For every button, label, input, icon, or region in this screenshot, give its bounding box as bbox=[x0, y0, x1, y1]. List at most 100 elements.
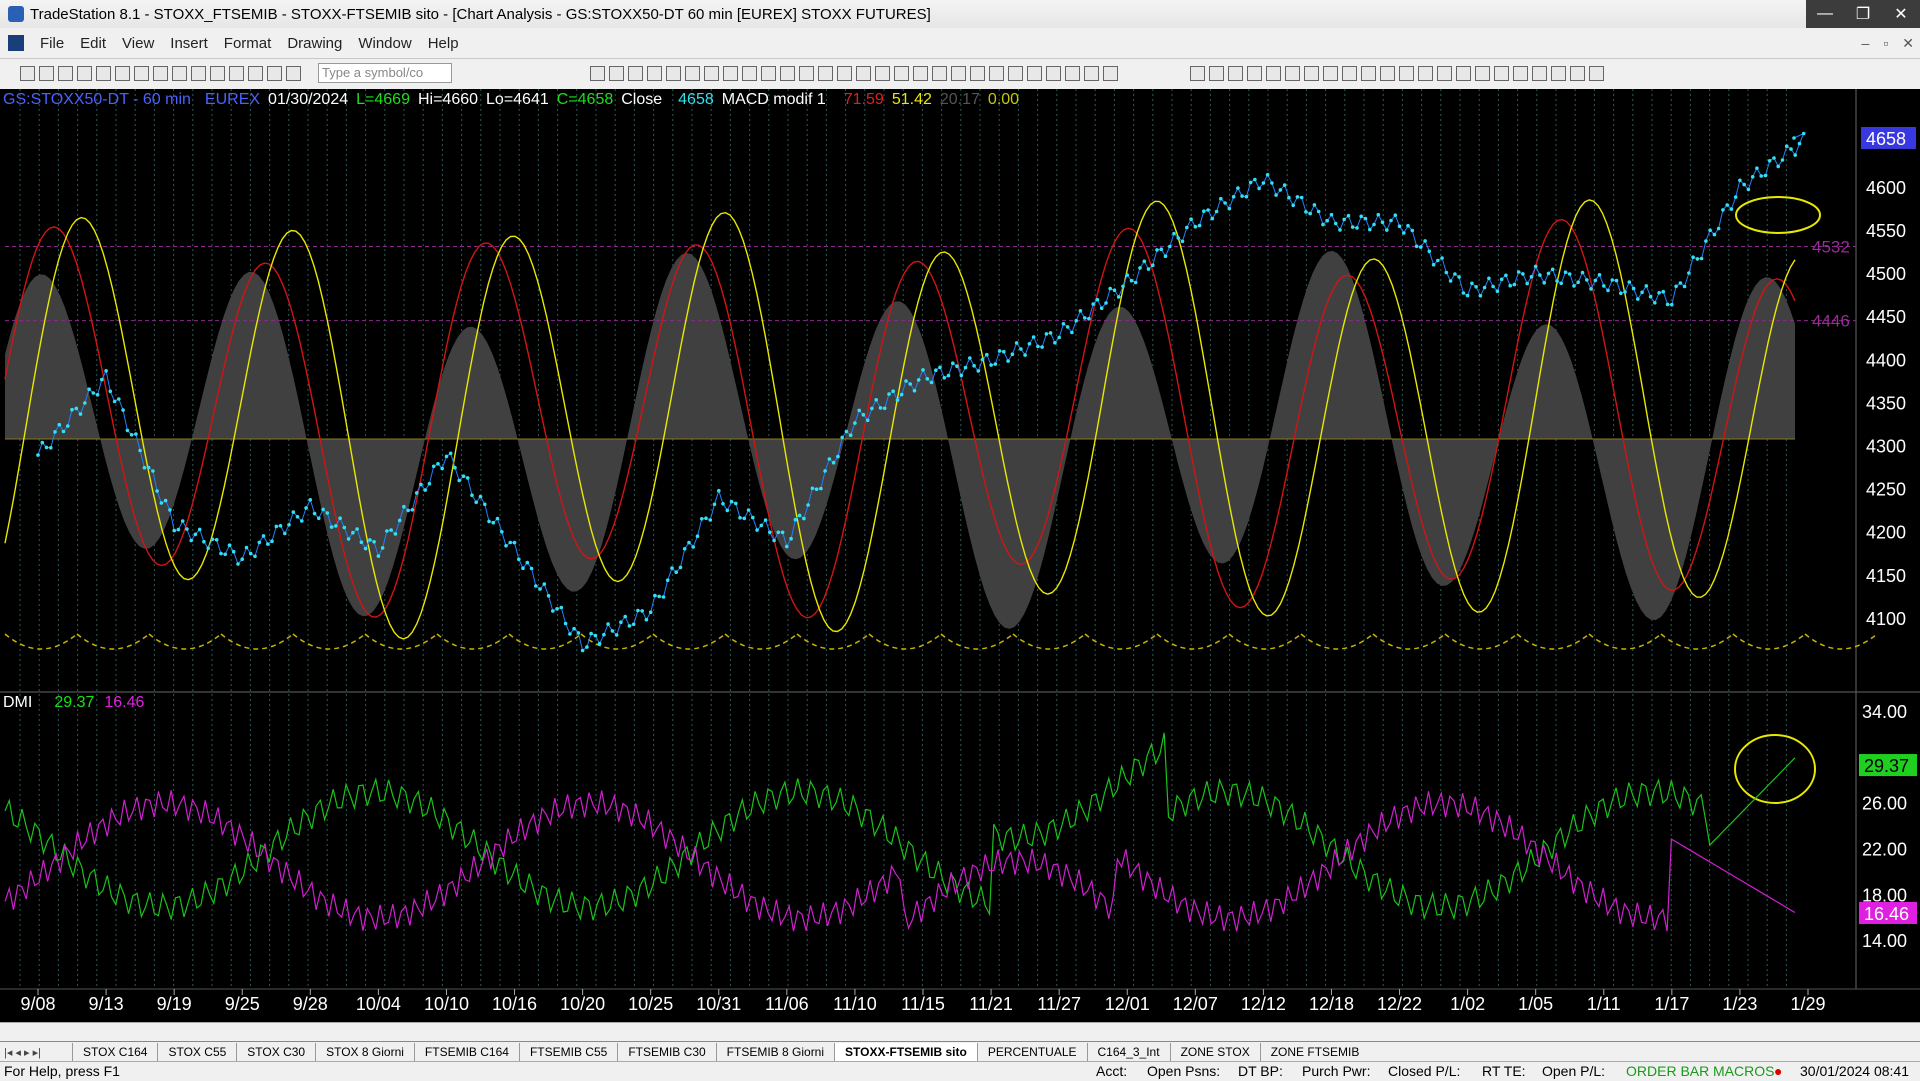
toolbar-tool-icon[interactable] bbox=[1190, 66, 1205, 81]
menu-insert[interactable]: Insert bbox=[162, 35, 216, 52]
toolbar-tool-icon[interactable] bbox=[58, 66, 73, 81]
info-symbol: GS:STOXX50-DT - 60 min bbox=[3, 91, 191, 108]
toolbar-tool-icon[interactable] bbox=[609, 66, 624, 81]
toolbar-tool-icon[interactable] bbox=[1532, 66, 1547, 81]
tab-stox-c55[interactable]: STOX C55 bbox=[157, 1043, 236, 1061]
tab-stox-c164[interactable]: STOX C164 bbox=[72, 1043, 157, 1061]
toolbar-tool-icon[interactable] bbox=[1475, 66, 1490, 81]
tab-percentuale[interactable]: PERCENTUALE bbox=[976, 1043, 1087, 1061]
toolbar-tool-icon[interactable] bbox=[818, 66, 833, 81]
toolbar-tool-icon[interactable] bbox=[1285, 66, 1300, 81]
minimize-button[interactable]: — bbox=[1806, 0, 1844, 28]
toolbar-tool-icon[interactable] bbox=[229, 66, 244, 81]
toolbar-tool-icon[interactable] bbox=[1437, 66, 1452, 81]
toolbar-tool-icon[interactable] bbox=[590, 66, 605, 81]
status-macros[interactable]: MACROS bbox=[1713, 1063, 1774, 1079]
toolbar-tool-icon[interactable] bbox=[1228, 66, 1243, 81]
menu-file[interactable]: File bbox=[32, 35, 72, 52]
tab-stox-8-giorni[interactable]: STOX 8 Giorni bbox=[315, 1043, 414, 1061]
tab-c164-3-int[interactable]: C164_3_Int bbox=[1086, 1043, 1170, 1061]
toolbar-tool-icon[interactable] bbox=[1103, 66, 1118, 81]
toolbar-tool-icon[interactable] bbox=[1027, 66, 1042, 81]
toolbar-tool-icon[interactable] bbox=[1008, 66, 1023, 81]
tab-ftsemib-c164[interactable]: FTSEMIB C164 bbox=[413, 1043, 519, 1061]
symbol-input[interactable]: Type a symbol/co bbox=[318, 63, 452, 83]
tab-ftsemib-8-giorni[interactable]: FTSEMIB 8 Giorni bbox=[715, 1043, 834, 1061]
toolbar-tool-icon[interactable] bbox=[286, 66, 301, 81]
toolbar-tool-icon[interactable] bbox=[951, 66, 966, 81]
status-order-bar[interactable]: ORDER BAR bbox=[1626, 1063, 1709, 1079]
toolbar-tool-icon[interactable] bbox=[1342, 66, 1357, 81]
toolbar-tool-icon[interactable] bbox=[39, 66, 54, 81]
toolbar-tool-icon[interactable] bbox=[837, 66, 852, 81]
toolbar-tool-icon[interactable] bbox=[913, 66, 928, 81]
toolbar-tool-icon[interactable] bbox=[1380, 66, 1395, 81]
toolbar-tool-icon[interactable] bbox=[267, 66, 282, 81]
toolbar-tool-icon[interactable] bbox=[1247, 66, 1262, 81]
tab-zone-stox[interactable]: ZONE STOX bbox=[1169, 1043, 1260, 1061]
toolbar-tool-icon[interactable] bbox=[96, 66, 111, 81]
menu-edit[interactable]: Edit bbox=[72, 35, 114, 52]
mdi-close-button[interactable]: ✕ bbox=[1902, 35, 1914, 52]
toolbar-tool-icon[interactable] bbox=[1304, 66, 1319, 81]
toolbar-tool-icon[interactable] bbox=[115, 66, 130, 81]
toolbar-tool-icon[interactable] bbox=[153, 66, 168, 81]
toolbar-tool-icon[interactable] bbox=[742, 66, 757, 81]
toolbar-tool-icon[interactable] bbox=[685, 66, 700, 81]
toolbar-tool-icon[interactable] bbox=[77, 66, 92, 81]
tab-stox-c30[interactable]: STOX C30 bbox=[236, 1043, 315, 1061]
chart-area[interactable]: 4600 4550 4500 4450 4400 4350 4300 4250 4200 4150… bbox=[0, 89, 1920, 1024]
price-point bbox=[568, 632, 572, 636]
tab-stoxx-ftsemib-sito[interactable]: STOXX-FTSEMIB sito bbox=[834, 1043, 977, 1061]
toolbar-tool-icon[interactable] bbox=[1046, 66, 1061, 81]
toolbar-tool-icon[interactable] bbox=[628, 66, 643, 81]
toolbar-tool-icon[interactable] bbox=[1513, 66, 1528, 81]
toolbar-tool-icon[interactable] bbox=[1266, 66, 1281, 81]
toolbar-tool-icon[interactable] bbox=[1589, 66, 1604, 81]
toolbar-tool-icon[interactable] bbox=[723, 66, 738, 81]
toolbar-tool-icon[interactable] bbox=[894, 66, 909, 81]
toolbar-tool-icon[interactable] bbox=[780, 66, 795, 81]
tab-nav-arrows[interactable]: |◂ ◂ ▸ ▸| bbox=[0, 1046, 72, 1059]
maximize-button[interactable]: ❐ bbox=[1844, 0, 1882, 28]
toolbar-tool-icon[interactable] bbox=[1065, 66, 1080, 81]
toolbar-tool-icon[interactable] bbox=[1209, 66, 1224, 81]
toolbar-tool-icon[interactable] bbox=[248, 66, 263, 81]
toolbar-tool-icon[interactable] bbox=[1456, 66, 1471, 81]
menu-window[interactable]: Window bbox=[350, 35, 419, 52]
toolbar-tool-icon[interactable] bbox=[1361, 66, 1376, 81]
toolbar-tool-icon[interactable] bbox=[134, 66, 149, 81]
mdi-restore-button[interactable]: ▫ bbox=[1883, 35, 1888, 52]
toolbar-tool-icon[interactable] bbox=[1551, 66, 1566, 81]
toolbar-tool-icon[interactable] bbox=[875, 66, 890, 81]
toolbar-tool-icon[interactable] bbox=[932, 66, 947, 81]
toolbar-tool-icon[interactable] bbox=[1494, 66, 1509, 81]
tab-zone-ftsemib[interactable]: ZONE FTSEMIB bbox=[1259, 1043, 1370, 1061]
toolbar-tool-icon[interactable] bbox=[1084, 66, 1099, 81]
toolbar-tool-icon[interactable] bbox=[970, 66, 985, 81]
toolbar-tool-icon[interactable] bbox=[704, 66, 719, 81]
toolbar-tool-icon[interactable] bbox=[856, 66, 871, 81]
toolbar-tool-icon[interactable] bbox=[666, 66, 681, 81]
menu-view[interactable]: View bbox=[114, 35, 162, 52]
toolbar-tool-icon[interactable] bbox=[1418, 66, 1433, 81]
horizontal-scrollbar[interactable] bbox=[0, 1022, 1920, 1041]
toolbar-tool-icon[interactable] bbox=[1399, 66, 1414, 81]
menu-format[interactable]: Format bbox=[216, 35, 280, 52]
tab-ftsemib-c30[interactable]: FTSEMIB C30 bbox=[617, 1043, 715, 1061]
tab-ftsemib-c55[interactable]: FTSEMIB C55 bbox=[518, 1043, 617, 1061]
close-button[interactable]: ✕ bbox=[1882, 0, 1920, 28]
toolbar-tool-icon[interactable] bbox=[20, 66, 35, 81]
toolbar-tool-icon[interactable] bbox=[191, 66, 206, 81]
toolbar-tool-icon[interactable] bbox=[172, 66, 187, 81]
toolbar-tool-icon[interactable] bbox=[989, 66, 1004, 81]
toolbar-tool-icon[interactable] bbox=[210, 66, 225, 81]
toolbar-tool-icon[interactable] bbox=[1570, 66, 1585, 81]
toolbar-tool-icon[interactable] bbox=[799, 66, 814, 81]
toolbar-tool-icon[interactable] bbox=[761, 66, 776, 81]
toolbar-tool-icon[interactable] bbox=[647, 66, 662, 81]
menu-help[interactable]: Help bbox=[420, 35, 467, 52]
toolbar-tool-icon[interactable] bbox=[1323, 66, 1338, 81]
menu-drawing[interactable]: Drawing bbox=[279, 35, 350, 52]
mdi-minimize-button[interactable]: – bbox=[1862, 35, 1870, 52]
